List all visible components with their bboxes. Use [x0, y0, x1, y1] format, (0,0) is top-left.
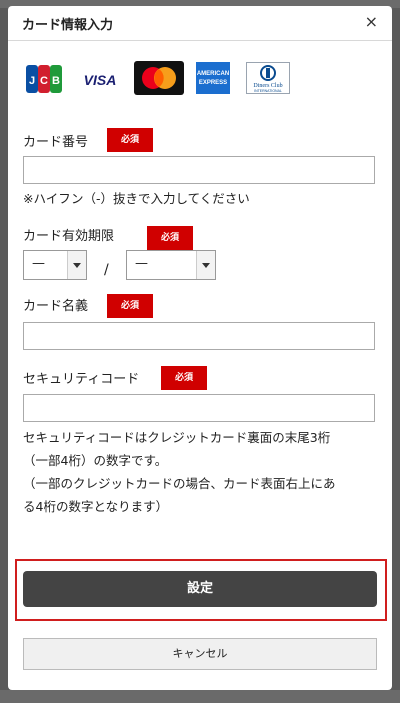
card-number-input[interactable]	[23, 156, 375, 184]
jcb-logo-icon: J C B	[26, 65, 62, 93]
card-expiry-label: カード有効期限	[23, 229, 115, 244]
card-number-label: カード番号	[23, 135, 89, 150]
diners-club-logo-icon: Diners Club INTERNATIONAL	[246, 62, 290, 94]
close-icon[interactable]: ×	[365, 12, 378, 31]
card-info-dialog: カード情報入力 × J C B VISA AMERICAN EXPRESS Di…	[8, 6, 392, 690]
expiry-month-value: —	[32, 256, 45, 271]
mastercard-logo-icon	[134, 61, 184, 95]
security-code-note-line: （一部4桁）の数字です。	[23, 453, 168, 468]
svg-text:J: J	[29, 75, 35, 87]
security-code-note-line: セキュリティコードはクレジットカード裏面の末尾3桁	[23, 430, 331, 445]
chevron-down-icon	[67, 251, 86, 279]
security-code-input[interactable]	[23, 394, 375, 422]
svg-text:AMERICAN: AMERICAN	[197, 71, 229, 77]
svg-text:B: B	[52, 75, 60, 87]
svg-text:INTERNATIONAL: INTERNATIONAL	[254, 89, 282, 93]
card-name-input[interactable]	[23, 322, 375, 350]
svg-text:EXPRESS: EXPRESS	[199, 80, 227, 86]
expiry-year-value: —	[135, 256, 148, 271]
security-code-note-line: （一部のクレジットカードの場合、カード表面右上にあ	[23, 476, 336, 491]
card-name-label: カード名義	[23, 299, 89, 314]
card-number-note: ※ハイフン（-）抜きで入力してください	[23, 191, 250, 206]
amex-logo-icon: AMERICAN EXPRESS	[196, 62, 230, 94]
submit-button[interactable]: 設定	[23, 571, 377, 607]
svg-text:C: C	[40, 75, 48, 87]
expiry-year-select[interactable]: —	[126, 250, 216, 280]
required-badge: 必須	[107, 128, 153, 152]
expiry-separator: /	[104, 262, 109, 278]
dialog-title: カード情報入力	[22, 18, 114, 33]
security-code-note: セキュリティコードはクレジットカード裏面の末尾3桁 （一部4桁）の数字です。 （…	[23, 426, 336, 518]
required-badge: 必須	[161, 366, 207, 390]
dialog-header: カード情報入力 ×	[8, 6, 392, 41]
expiry-month-select[interactable]: —	[23, 250, 87, 280]
svg-text:VISA: VISA	[84, 72, 117, 88]
page-backdrop-bottom	[0, 690, 400, 703]
security-code-label: セキュリティコード	[23, 372, 140, 387]
required-badge: 必須	[147, 226, 193, 250]
required-badge: 必須	[107, 294, 153, 318]
visa-logo-icon: VISA	[84, 72, 117, 88]
cancel-button[interactable]: キャンセル	[23, 638, 377, 670]
security-code-note-line: る4桁の数字となります）	[23, 499, 169, 514]
chevron-down-icon	[196, 251, 215, 279]
